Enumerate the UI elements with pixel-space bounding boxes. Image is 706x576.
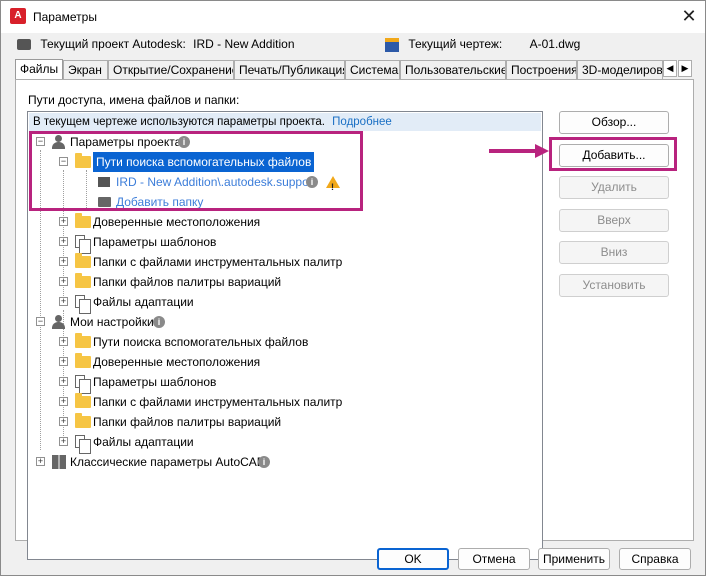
folder-icon — [75, 353, 91, 368]
tree-node-my-tool-palette-folders[interactable]: + Папки с файлами инструментальных палит… — [28, 392, 388, 412]
close-icon[interactable]: ✕ — [677, 4, 701, 28]
move-down-button[interactable]: Вниз — [559, 241, 669, 264]
tree-node-my-support-paths[interactable]: + Пути поиска вспомогательных файлов — [28, 332, 388, 352]
tab-display[interactable]: Экран — [63, 60, 108, 79]
remove-button[interactable]: Удалить — [559, 176, 669, 199]
tree-node-label: Параметры шаблонов — [93, 375, 217, 389]
user-icon — [52, 315, 66, 329]
current-project-value: IRD - New Addition — [193, 37, 295, 51]
expand-icon[interactable]: + — [59, 357, 68, 366]
expand-icon[interactable]: + — [59, 257, 68, 266]
folder-icon — [75, 273, 91, 288]
set-current-button[interactable]: Установить — [559, 274, 669, 297]
autocad-app-icon: A — [10, 8, 26, 24]
expand-icon[interactable]: + — [59, 417, 68, 426]
paths-label: Пути доступа, имена файлов и папки: — [28, 93, 240, 107]
help-button[interactable]: Справка — [619, 548, 691, 570]
tree-node-label: Мои настройки — [70, 315, 154, 329]
tree-node-tool-palette-folders[interactable]: + Папки с файлами инструментальных палит… — [28, 252, 388, 272]
expand-icon[interactable]: + — [59, 377, 68, 386]
grid-settings-icon — [52, 455, 66, 469]
ok-button[interactable]: OK — [377, 548, 449, 570]
tab-plot-publish[interactable]: Печать/Публикация — [234, 60, 345, 79]
expand-icon[interactable]: + — [59, 397, 68, 406]
tree-node-my-template-settings[interactable]: + Параметры шаблонов — [28, 372, 388, 394]
tree-node-label: Доверенные местоположения — [93, 215, 261, 229]
tree-node-my-trusted-locations[interactable]: + Доверенные местоположения — [28, 352, 388, 372]
folder-icon — [75, 253, 91, 268]
tab-3d-modeling[interactable]: 3D-моделирова — [577, 60, 663, 79]
current-drawing-row: Текущий чертеж: A-01.dwg — [385, 37, 580, 55]
folder-icon — [75, 393, 91, 408]
expand-icon[interactable]: + — [59, 217, 68, 226]
tree-node-label: Классические параметры AutoCAD — [70, 455, 266, 469]
tree-node-my-settings[interactable]: − Мои настройки i — [28, 312, 388, 332]
document-icon — [75, 295, 91, 314]
tree-node-classic-settings[interactable]: + Классические параметры AutoCAD i — [28, 452, 388, 472]
tree-node-label: Пути поиска вспомогательных файлов — [93, 335, 309, 349]
document-icon — [75, 435, 91, 454]
tree-node-trusted-locations[interactable]: + Доверенные местоположения — [28, 212, 388, 232]
project-settings-banner: В текущем чертеже используются параметры… — [29, 113, 541, 131]
tree-node-label: Доверенные местоположения — [93, 355, 261, 369]
folder-icon — [75, 333, 91, 348]
tab-system[interactable]: Система — [345, 60, 400, 79]
tab-scroll-right-icon[interactable]: ▶ — [678, 60, 692, 77]
pointer-arrow-icon — [489, 149, 537, 153]
folder-icon — [75, 213, 91, 228]
tab-user-preferences[interactable]: Пользовательские — [400, 60, 506, 79]
document-icon — [75, 235, 91, 254]
tree-node-label: Файлы адаптации — [93, 295, 194, 309]
expand-icon[interactable]: + — [59, 277, 68, 286]
tree-node-customization-files[interactable]: + Файлы адаптации — [28, 292, 388, 314]
tree-node-label: Папки с файлами инструментальных палитр — [93, 395, 343, 409]
expand-icon[interactable]: + — [59, 297, 68, 306]
tree-node-template-settings[interactable]: + Параметры шаблонов — [28, 232, 388, 254]
tree-node-label: Папки с файлами инструментальных палитр — [93, 255, 343, 269]
expand-icon[interactable]: + — [59, 437, 68, 446]
tree-node-my-variation-palette-folders[interactable]: + Папки файлов палитры вариаций — [28, 412, 388, 432]
highlight-frame-add-button — [549, 137, 677, 171]
tab-files[interactable]: Файлы — [15, 59, 63, 80]
window-title: Параметры — [33, 10, 97, 24]
expand-icon[interactable]: + — [36, 457, 45, 466]
info-icon[interactable]: i — [153, 316, 165, 328]
banner-more-link[interactable]: Подробнее — [332, 116, 392, 128]
options-dialog: A Параметры ✕ Текущий проект Autodesk: I… — [0, 0, 706, 576]
cancel-button[interactable]: Отмена — [458, 548, 530, 570]
tree-node-label: Параметры шаблонов — [93, 235, 217, 249]
tree-node-label: Папки файлов палитры вариаций — [93, 275, 282, 289]
tree-node-my-customization-files[interactable]: + Файлы адаптации — [28, 432, 388, 454]
browse-button[interactable]: Обзор... — [559, 111, 669, 134]
tree-node-label: Файлы адаптации — [93, 435, 194, 449]
tree-node-label: Папки файлов палитры вариаций — [93, 415, 282, 429]
title-bar: A Параметры ✕ — [1, 1, 705, 33]
tab-strip: Файлы Экран Открытие/Сохранение Печать/П… — [15, 59, 695, 80]
tab-open-save[interactable]: Открытие/Сохранение — [108, 60, 234, 79]
collapse-icon[interactable]: − — [36, 317, 45, 326]
info-icon[interactable]: i — [258, 456, 270, 468]
banner-text: В текущем чертеже используются параметры… — [33, 116, 325, 128]
current-project-label: Текущий проект Autodesk: — [40, 37, 186, 51]
expand-icon[interactable]: + — [59, 237, 68, 246]
tab-drafting[interactable]: Построения — [506, 60, 577, 79]
apply-button[interactable]: Применить — [538, 548, 610, 570]
current-drawing-label: Текущий чертеж: — [408, 37, 503, 51]
current-project-row: Текущий проект Autodesk: IRD - New Addit… — [17, 37, 295, 55]
highlight-frame-support-paths — [29, 131, 363, 211]
expand-icon[interactable]: + — [59, 337, 68, 346]
tree-node-variation-palette-folders[interactable]: + Папки файлов палитры вариаций — [28, 272, 388, 292]
pointer-arrowhead-icon — [535, 144, 549, 158]
move-up-button[interactable]: Вверх — [559, 209, 669, 232]
drawing-icon — [385, 37, 399, 52]
document-icon — [75, 375, 91, 394]
tab-scroll-left-icon[interactable]: ◀ — [663, 60, 677, 77]
folder-icon — [75, 413, 91, 428]
current-drawing-value: A-01.dwg — [529, 37, 581, 51]
camera-icon — [17, 39, 31, 51]
